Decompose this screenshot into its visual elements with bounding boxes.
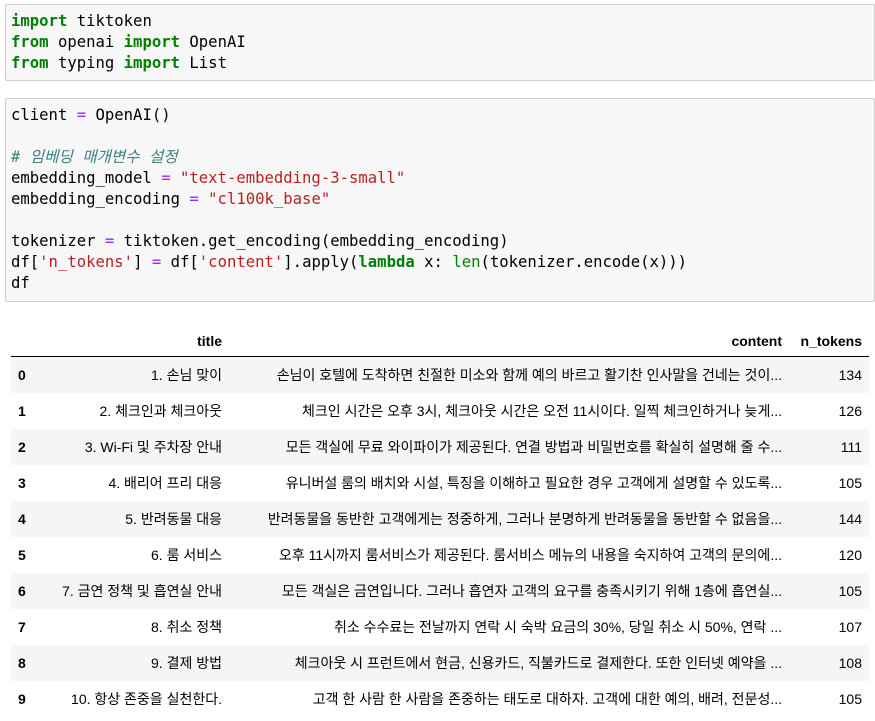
cell-title: 7. 금연 정책 및 흡연실 안내 [62, 583, 222, 599]
column-header-n-tokens: n_tokens [789, 326, 869, 357]
row-index: 4 [18, 511, 26, 527]
keyword: import [123, 33, 181, 51]
keyword: from [11, 33, 49, 51]
operator: = [189, 190, 199, 208]
code-text: tokenizer [11, 232, 105, 250]
table-row: 1 2. 체크인과 체크아웃 체크인 시간은 오후 3시, 체크아웃 시간은 오전 … [11, 393, 869, 429]
code-text: df [11, 274, 30, 292]
keyword: import [123, 54, 181, 72]
code-text: client [11, 106, 77, 124]
row-index: 2 [18, 439, 26, 455]
code-text: OpenAI() [86, 106, 171, 124]
code-text: x: [414, 253, 453, 271]
row-index: 5 [18, 547, 26, 563]
code-text: (tokenizer.encode(x))) [480, 253, 688, 271]
table-row: 0 1. 손님 맞이 손님이 호텔에 도착하면 친절한 미소와 함께 예의 바르고 … [11, 356, 869, 393]
row-index: 1 [18, 403, 26, 419]
code-text: ].apply( [283, 253, 359, 271]
cell-n-tokens: 126 [838, 403, 862, 419]
column-header-content: content [229, 326, 789, 357]
cell-output: title content n_tokens 0 1. 손님 맞이 손님이 호텔에 … [11, 326, 871, 717]
cell-title: 3. Wi-Fi 및 주차장 안내 [84, 439, 222, 455]
cell-content: 고객 한 사람 한 사람을 존중하는 태도로 대하자. 고객에 대한 예의, 배… [312, 691, 782, 707]
keyword: lambda [358, 253, 415, 271]
code-cell-tokenize[interactable]: client = OpenAI() # 임베딩 매개변수 설정 embeddin… [5, 98, 875, 302]
table-row: 5 6. 룸 서비스 오후 11시까지 룸서비스가 제공된다. 룸서비스 메뉴의 내… [11, 537, 869, 573]
table-row: 7 8. 취소 정책 취소 수수료는 전날까지 연락 시 숙박 요금의 30%, 당… [11, 609, 869, 645]
operator: = [151, 253, 162, 271]
code-editor[interactable]: client = OpenAI() # 임베딩 매개변수 설정 embeddin… [6, 99, 874, 300]
code-text: typing [48, 54, 124, 72]
cell-n-tokens: 105 [838, 583, 862, 599]
code-text: List [180, 54, 227, 72]
string-literal: "text-embedding-3-small" [170, 169, 406, 187]
code-text: embedding_encoding [11, 190, 190, 208]
builtin: len [452, 253, 481, 271]
cell-content: 오후 11시까지 룸서비스가 제공된다. 룸서비스 메뉴의 내용을 숙지하여 고… [278, 547, 782, 563]
code-text: OpenAI [180, 33, 246, 51]
cell-n-tokens: 107 [838, 619, 862, 635]
row-index: 8 [18, 655, 26, 671]
code-comment: # 임베딩 매개변수 설정 [11, 148, 178, 166]
cell-content: 유니버설 룸의 배치와 시설, 특징을 이해하고 필요한 경우 고객에게 설명할… [285, 475, 782, 491]
code-editor[interactable]: import tiktoken from openai import OpenA… [6, 5, 874, 80]
cell-n-tokens: 108 [838, 655, 862, 671]
cell-n-tokens: 111 [840, 439, 862, 455]
table-header-row: title content n_tokens [11, 326, 869, 357]
cell-content: 체크아웃 시 프런트에서 현금, 신용카드, 직불카드로 결제한다. 또한 인터… [294, 655, 782, 671]
cell-title: 2. 체크인과 체크아웃 [99, 403, 223, 419]
row-index: 0 [18, 367, 26, 383]
cell-title: 9. 결제 방법 [151, 655, 222, 671]
operator: = [76, 106, 87, 124]
cell-content: 손님이 호텔에 도착하면 친절한 미소와 함께 예의 바르고 활기찬 인사말을 … [276, 367, 782, 383]
cell-content: 취소 수수료는 전날까지 연락 시 숙박 요금의 30%, 당일 취소 시 50… [333, 619, 782, 635]
column-header-index [11, 326, 33, 357]
code-text: df[ [11, 253, 40, 271]
table-body: 0 1. 손님 맞이 손님이 호텔에 도착하면 친절한 미소와 함께 예의 바르고 … [11, 356, 869, 718]
operator: = [161, 169, 171, 187]
cell-content: 체크인 시간은 오후 3시, 체크아웃 시간은 오전 11시이다. 일찍 체크인… [302, 403, 782, 419]
cell-n-tokens: 120 [838, 547, 862, 563]
table-row: 6 7. 금연 정책 및 흡연실 안내 모든 객실은 금연입니다. 그러나 흡연자 … [11, 573, 869, 609]
cell-n-tokens: 105 [838, 691, 862, 707]
code-cell-imports[interactable]: import tiktoken from openai import OpenA… [5, 4, 875, 81]
keyword: import [11, 12, 68, 30]
keyword: from [11, 54, 49, 72]
code-text: openai [48, 33, 124, 51]
operator: = [104, 232, 115, 250]
code-text: tiktoken.get_encoding(embedding_encoding… [114, 232, 509, 250]
row-index: 3 [18, 475, 26, 491]
table-row: 8 9. 결제 방법 체크아웃 시 프런트에서 현금, 신용카드, 직불카드로 결제… [11, 645, 869, 681]
table-row: 9 10. 항상 존중을 실천한다. 고객 한 사람 한 사람을 존중하는 태도로 … [11, 681, 869, 717]
cell-title: 8. 취소 정책 [151, 619, 222, 635]
cell-n-tokens: 134 [838, 367, 862, 383]
cell-n-tokens: 144 [838, 511, 862, 527]
row-index: 7 [18, 619, 26, 635]
code-text: embedding_model [11, 169, 162, 187]
string-literal: "cl100k_base" [198, 190, 331, 208]
cell-title: 4. 배리어 프리 대응 [108, 475, 222, 491]
string-literal: 'content' [198, 253, 284, 271]
code-text: tiktoken [67, 12, 152, 30]
cell-title: 6. 룸 서비스 [151, 547, 222, 563]
table-row: 3 4. 배리어 프리 대응 유니버설 룸의 배치와 시설, 특징을 이해하고 필요… [11, 465, 869, 501]
table-row: 4 5. 반려동물 대응 반려동물을 동반한 고객에게는 정중하게, 그러나 분명하… [11, 501, 869, 537]
row-index: 9 [18, 691, 26, 707]
cell-title: 1. 손님 맞이 [151, 367, 222, 383]
cell-title: 5. 반려동물 대응 [125, 511, 222, 527]
cell-title: 10. 항상 존중을 실천한다. [71, 691, 222, 707]
cell-n-tokens: 105 [838, 475, 862, 491]
string-literal: 'n_tokens' [39, 253, 134, 271]
dataframe-table: title content n_tokens 0 1. 손님 맞이 손님이 호텔에 … [11, 326, 869, 717]
table-row: 2 3. Wi-Fi 및 주차장 안내 모든 객실에 무료 와이파이가 제공된다. … [11, 429, 869, 465]
cell-content: 모든 객실에 무료 와이파이가 제공된다. 연결 방법과 비밀번호를 확실히 설… [285, 439, 782, 455]
cell-content: 모든 객실은 금연입니다. 그러나 흡연자 고객의 요구를 충족시키기 위해 1… [281, 583, 782, 599]
cell-content: 반려동물을 동반한 고객에게는 정중하게, 그러나 분명하게 반려동물을 동반할… [267, 511, 782, 527]
code-text: df[ [161, 253, 199, 271]
column-header-title: title [33, 326, 229, 357]
code-text: ] [133, 253, 152, 271]
row-index: 6 [18, 583, 26, 599]
